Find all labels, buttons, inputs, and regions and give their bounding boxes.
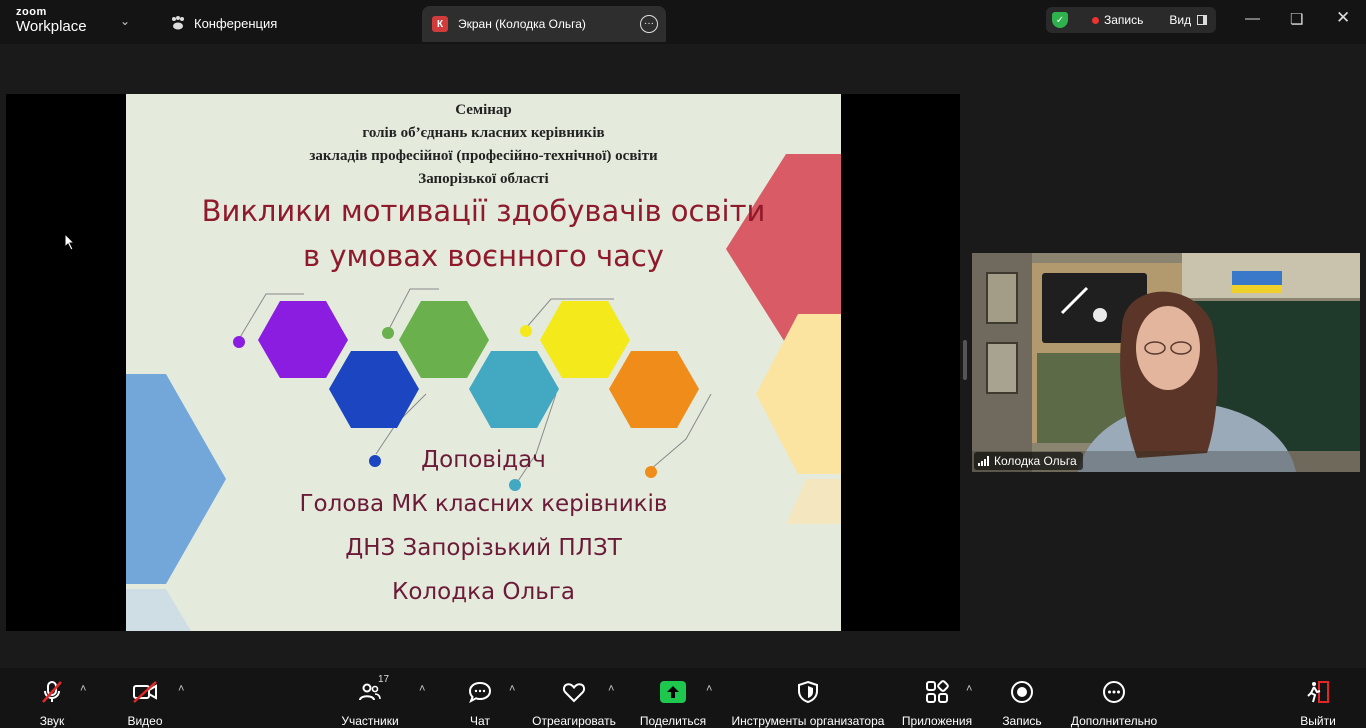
minimize-icon[interactable]: — xyxy=(1245,10,1260,27)
share-options-caret-icon[interactable]: ˄ xyxy=(706,683,712,695)
title-bar: zoom Workplace ⌄ Конференция К Экран (Ко… xyxy=(0,0,1366,44)
view-layout-icon xyxy=(1197,15,1208,25)
view-button[interactable]: Вид xyxy=(1169,13,1208,27)
host-tools-button[interactable]: Инструменты организатора xyxy=(728,668,888,728)
video-options-caret-icon[interactable]: ˄ xyxy=(178,683,184,695)
record-label: Запись xyxy=(1002,714,1042,728)
share-label: Поделиться xyxy=(639,714,707,728)
chat-options-caret-icon[interactable]: ˄ xyxy=(509,683,515,695)
participant-name-tag: Колодка Ольга xyxy=(974,452,1083,470)
mouse-cursor-icon xyxy=(64,233,76,251)
react-label: Отреагировать xyxy=(532,714,616,728)
chat-button[interactable]: Чат xyxy=(462,668,498,728)
speaker-name: Колодка Ольга xyxy=(392,579,575,605)
leave-label: Выйти xyxy=(1300,714,1336,728)
signal-strength-icon xyxy=(978,456,989,466)
participants-icon: 17 xyxy=(358,674,389,704)
speaker-position: Голова МК класних керівників xyxy=(299,491,668,517)
seminar-heading-line: Семінар xyxy=(455,102,512,118)
speaker-label: Доповідач xyxy=(421,447,546,473)
logo-workplace-text: Workplace xyxy=(16,18,87,35)
chat-label: Чат xyxy=(470,714,490,728)
heart-icon xyxy=(562,680,586,704)
participants-count: 17 xyxy=(378,674,390,685)
more-label: Дополнительно xyxy=(1070,714,1158,728)
record-button[interactable]: Запись xyxy=(998,668,1046,728)
apps-label: Приложения xyxy=(901,714,973,728)
participants-button[interactable]: 17 Участники xyxy=(336,668,404,728)
host-shield-icon xyxy=(797,680,819,704)
participant-name: Колодка Ольга xyxy=(994,454,1077,468)
view-label: Вид xyxy=(1169,13,1192,27)
participant-video-tile[interactable]: Колодка Ольга xyxy=(972,253,1360,472)
zoom-workplace-logo[interactable]: zoom Workplace xyxy=(16,6,87,35)
tab-shared-screen[interactable]: К Экран (Колодка Ольга) ··· xyxy=(422,6,666,42)
security-shield-icon[interactable]: ✓ xyxy=(1052,12,1068,28)
slide-title-line: в умовах воєнного часу xyxy=(303,239,664,273)
split-view-handle[interactable] xyxy=(963,340,967,380)
recording-label[interactable]: Запись xyxy=(1104,13,1143,27)
speaker-institution: ДНЗ Запорізький ПЛЗТ xyxy=(345,535,622,561)
presenter-badge: К xyxy=(432,16,448,32)
video-button[interactable]: Видео xyxy=(122,668,168,728)
share-screen-icon xyxy=(660,680,686,704)
recording-dot-icon xyxy=(1092,16,1099,24)
seminar-heading-line: закладів професійної (професійно-технічн… xyxy=(309,148,658,164)
seminar-heading-line: голів об’єднань класних керівників xyxy=(362,125,605,141)
more-options-icon[interactable]: ··· xyxy=(640,15,658,33)
more-button[interactable]: Дополнительно xyxy=(1066,668,1162,728)
apps-button[interactable]: Приложения xyxy=(900,668,974,728)
chat-bubble-icon xyxy=(468,680,492,704)
logo-zoom-text: zoom xyxy=(16,6,47,18)
participants-options-caret-icon[interactable]: ˄ xyxy=(419,683,425,695)
audio-button[interactable]: Звук xyxy=(30,668,74,728)
video-off-icon xyxy=(132,680,158,704)
tab-shared-screen-label: Экран (Колодка Ольга) xyxy=(458,17,586,31)
audio-options-caret-icon[interactable]: ˄ xyxy=(80,683,86,695)
participants-label: Участники xyxy=(341,714,399,728)
microphone-muted-icon xyxy=(40,680,64,704)
share-screen-button[interactable]: Поделиться xyxy=(636,668,710,728)
restore-icon[interactable]: ❏ xyxy=(1290,10,1303,28)
video-label: Видео xyxy=(127,714,163,728)
paw-icon xyxy=(172,16,184,30)
presentation-slide: Семінар голів об’єднань класних керівник… xyxy=(126,94,841,631)
chevron-down-icon[interactable]: ⌄ xyxy=(120,14,130,28)
meeting-toolbar: Звук ˄ Видео ˄ 17 Участники ˄ Чат ˄ Отре… xyxy=(0,668,1366,728)
audio-label: Звук xyxy=(39,714,65,728)
tab-meeting[interactable]: Конференция xyxy=(170,12,277,34)
apps-options-caret-icon[interactable]: ˄ xyxy=(966,683,972,695)
react-options-caret-icon[interactable]: ˄ xyxy=(608,683,614,695)
slide-title-line: Виклики мотивації здобувачів освіти xyxy=(201,194,766,228)
participant-video-feed xyxy=(972,253,1360,472)
apps-grid-icon xyxy=(925,680,949,704)
seminar-heading-line: Запорізької області xyxy=(418,171,549,187)
leave-button[interactable]: Выйти xyxy=(1296,668,1340,728)
close-icon[interactable]: ✕ xyxy=(1336,8,1350,28)
leave-door-icon xyxy=(1305,680,1331,704)
meeting-status-group: ✓ Запись Вид xyxy=(1046,7,1216,33)
tab-meeting-label: Конференция xyxy=(194,15,278,31)
more-dots-icon xyxy=(1102,680,1126,704)
react-button[interactable]: Отреагировать xyxy=(530,668,618,728)
record-icon xyxy=(1010,680,1034,704)
host-tools-label: Инструменты организатора xyxy=(731,714,885,728)
